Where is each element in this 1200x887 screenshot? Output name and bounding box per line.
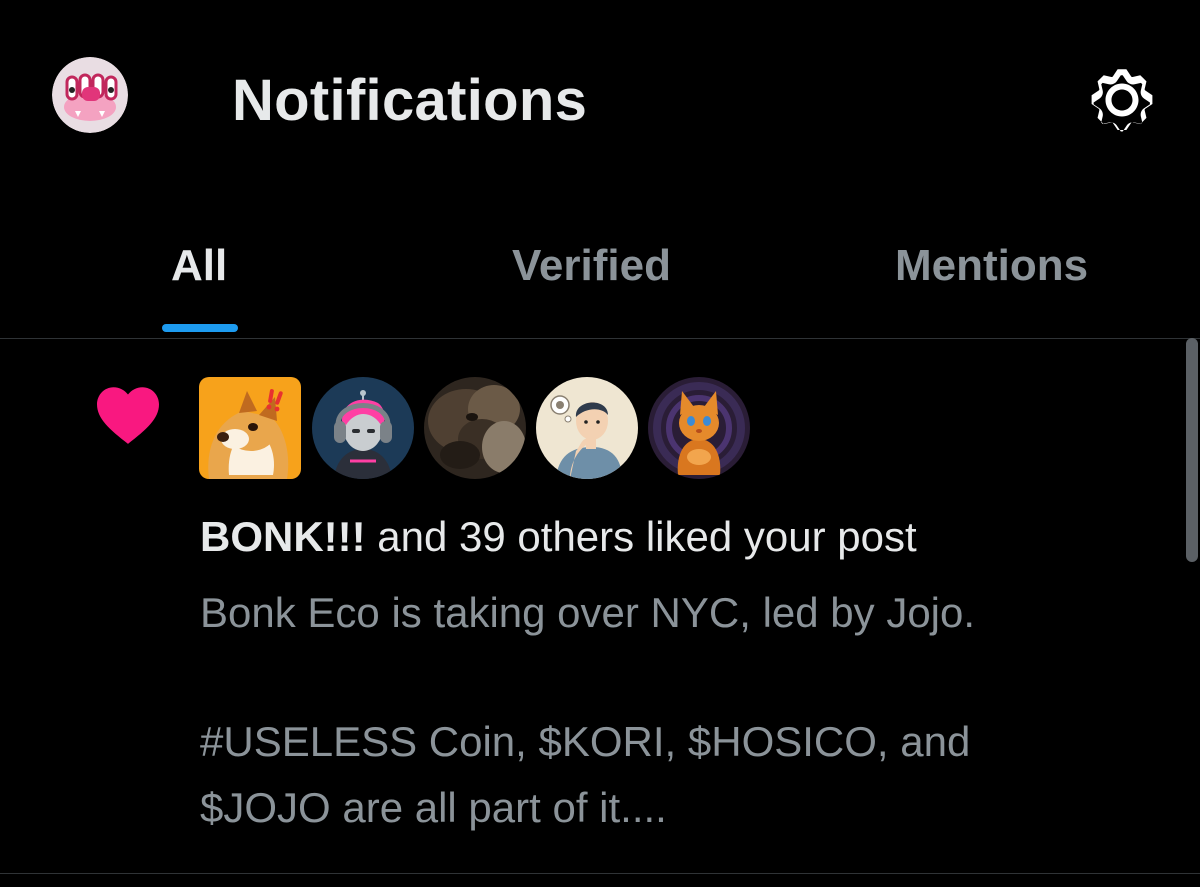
tab-all[interactable]: All — [0, 200, 400, 337]
tab-all-label: All — [171, 241, 228, 290]
svg-text:?: ? — [544, 389, 549, 400]
gear-icon — [1091, 69, 1153, 132]
top-app-bar: Notifications — [0, 0, 1200, 200]
scrollbar[interactable] — [1184, 338, 1200, 568]
scrollbar-thumb[interactable] — [1186, 338, 1198, 562]
page-title: Notifications — [232, 68, 588, 133]
ghost-avatar-icon — [52, 57, 128, 133]
thinking-man-avatar[interactable]: ? — [536, 377, 638, 479]
orange-cat-avatar[interactable] — [648, 377, 750, 479]
post-snippet-line-1: Bonk Eco is taking over NYC, led by Jojo… — [200, 589, 976, 636]
actor-name[interactable]: BONK!!! — [200, 513, 366, 560]
tab-mentions[interactable]: Mentions — [800, 200, 1200, 337]
bonk-dog-avatar[interactable] — [199, 377, 301, 479]
tab-verified[interactable]: Verified — [400, 200, 800, 337]
notification-action-text: and 39 others liked your post — [365, 513, 917, 560]
heart-icon — [97, 387, 159, 444]
notification-headline: BONK!!! and 39 others liked your post — [200, 511, 917, 563]
tab-verified-label: Verified — [512, 241, 671, 290]
blurry-animal-avatar[interactable] — [424, 377, 526, 479]
notification-tabs: All Verified Mentions — [0, 200, 1200, 339]
active-tab-indicator — [162, 324, 238, 332]
tab-mentions-label: Mentions — [895, 241, 1089, 290]
pink-hair-robot-avatar[interactable] — [312, 377, 414, 479]
post-snippet-line-4: $JOJO are all part of it.... — [200, 784, 667, 831]
settings-button[interactable] — [1086, 64, 1158, 136]
profile-avatar-button[interactable] — [52, 57, 128, 133]
like-notification[interactable]: ? BONK!!! and 39 others liked your post … — [0, 339, 1200, 874]
post-snippet-line-3: #USELESS Coin, $KORI, $HOSICO, and — [200, 718, 971, 765]
